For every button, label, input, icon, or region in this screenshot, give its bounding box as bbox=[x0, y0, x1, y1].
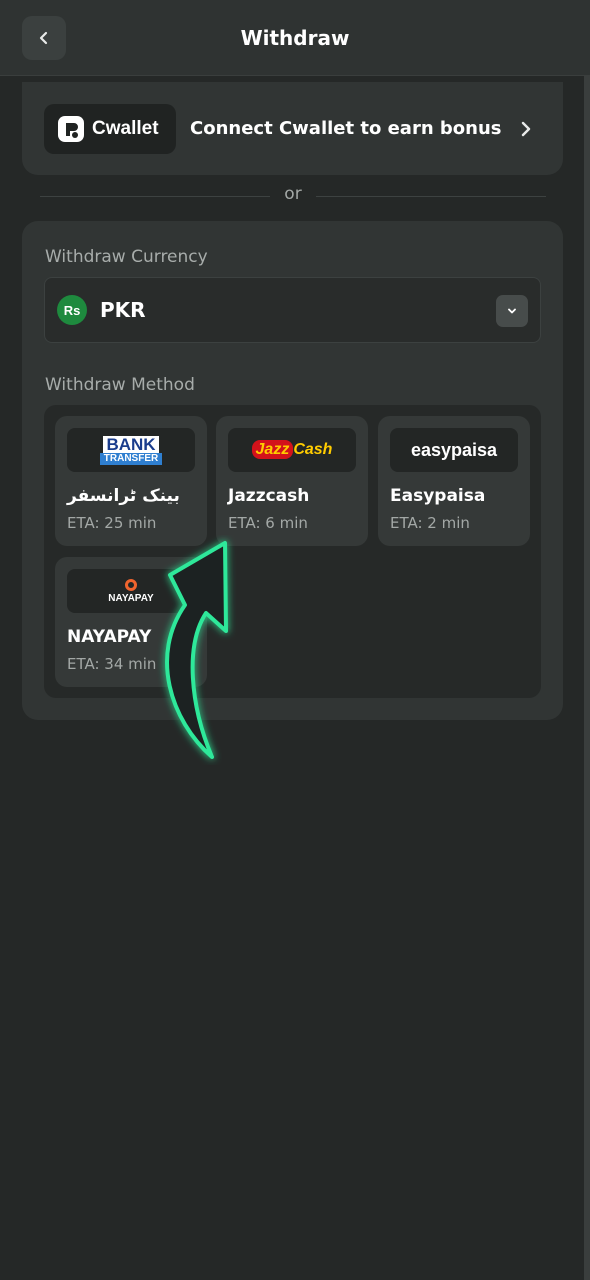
method-eta: ETA: 25 min bbox=[67, 514, 157, 532]
page-title: Withdraw bbox=[240, 26, 350, 50]
method-bank-transfer[interactable]: BANK TRANSFER بینک ٹرانسفر ETA: 25 min bbox=[55, 416, 207, 546]
transfer-logo-text: TRANSFER bbox=[99, 452, 163, 465]
nayapay-logo: NAYAPAY bbox=[67, 569, 195, 613]
currency-select[interactable]: Rs PKR bbox=[44, 277, 541, 343]
scrollbar[interactable] bbox=[584, 76, 590, 1280]
method-jazzcash[interactable]: Jazz Cash Jazzcash ETA: 6 min bbox=[216, 416, 368, 546]
bank-transfer-logo: BANK TRANSFER bbox=[67, 428, 195, 472]
method-nayapay[interactable]: NAYAPAY NAYAPAY ETA: 34 min bbox=[55, 557, 207, 687]
chevron-left-icon bbox=[39, 31, 48, 45]
chevron-down-icon bbox=[508, 308, 516, 314]
cwallet-connect-card[interactable]: Cwallet Connect Cwallet to earn bonus bbox=[22, 82, 563, 175]
withdraw-method-label: Withdraw Method bbox=[45, 375, 195, 395]
withdraw-form-card: Withdraw Currency Rs PKR Withdraw Method… bbox=[22, 221, 563, 720]
chevron-right-icon bbox=[521, 121, 531, 137]
currency-code: PKR bbox=[100, 298, 146, 322]
method-name: NAYAPAY bbox=[67, 627, 152, 647]
method-easypaisa[interactable]: easypaisa Easypaisa ETA: 2 min bbox=[378, 416, 530, 546]
cwallet-connect-text: Connect Cwallet to earn bonus bbox=[190, 118, 502, 139]
method-eta: ETA: 6 min bbox=[228, 514, 308, 532]
easypaisa-logo-text: easypaisa bbox=[410, 439, 498, 460]
method-eta: ETA: 2 min bbox=[390, 514, 470, 532]
divider-line-right bbox=[316, 196, 546, 197]
app-header: Withdraw bbox=[0, 0, 590, 76]
cwallet-logo: Cwallet bbox=[44, 104, 176, 154]
withdraw-method-grid: BANK TRANSFER بینک ٹرانسفر ETA: 25 min J… bbox=[44, 405, 541, 698]
or-divider: or bbox=[40, 184, 546, 210]
nayapay-ring-icon bbox=[125, 578, 137, 591]
jazz-logo-text: Jazz bbox=[251, 440, 294, 459]
withdraw-currency-label: Withdraw Currency bbox=[45, 247, 208, 267]
method-name: Jazzcash bbox=[228, 486, 310, 506]
easypaisa-logo: easypaisa bbox=[390, 428, 518, 472]
method-name: بینک ٹرانسفر bbox=[67, 486, 180, 506]
pkr-currency-icon: Rs bbox=[57, 295, 87, 325]
or-text: or bbox=[284, 184, 302, 204]
jazzcash-logo: Jazz Cash bbox=[228, 428, 356, 472]
cwallet-mark-icon bbox=[58, 116, 84, 142]
nayapay-logo-text: NAYAPAY bbox=[108, 592, 154, 604]
back-button[interactable] bbox=[22, 16, 66, 60]
cash-logo-text: Cash bbox=[293, 441, 333, 458]
currency-dropdown-button[interactable] bbox=[496, 295, 528, 327]
bank-logo-text: BANK bbox=[103, 435, 159, 453]
method-name: Easypaisa bbox=[390, 486, 486, 506]
method-eta: ETA: 34 min bbox=[67, 655, 157, 673]
cwallet-logo-text: Cwallet bbox=[92, 118, 159, 139]
